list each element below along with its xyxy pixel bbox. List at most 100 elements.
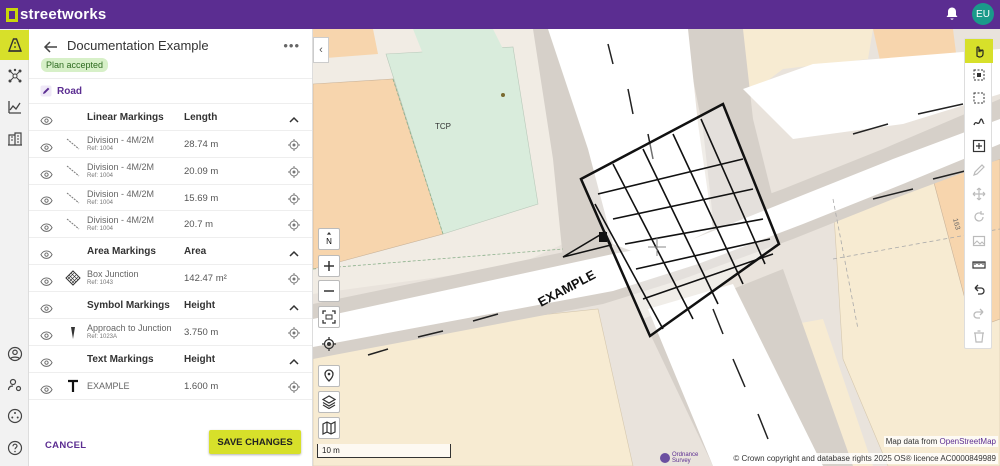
- collapse-panel-button[interactable]: ‹: [313, 37, 329, 63]
- tool-measure[interactable]: [965, 253, 993, 277]
- select-area-icon: [973, 92, 985, 104]
- locate-target-icon[interactable]: [288, 138, 300, 151]
- arrow-back-icon[interactable]: [43, 39, 59, 55]
- bell-icon[interactable]: [944, 6, 960, 22]
- rotate-icon: [974, 211, 984, 223]
- tool-move[interactable]: [965, 182, 993, 206]
- openstreetmap-link[interactable]: OpenStreetMap: [940, 437, 996, 446]
- locate-target-icon[interactable]: [288, 192, 300, 205]
- diagonal-line-icon: [65, 163, 81, 179]
- nav-road-markings[interactable]: [0, 30, 29, 60]
- road-icon: [7, 38, 22, 52]
- locate-target-icon[interactable]: [288, 380, 300, 393]
- pencil-icon[interactable]: [40, 85, 52, 97]
- map-canvas[interactable]: EXAMPLE TCP 163: [313, 29, 1000, 466]
- section-header[interactable]: Text Markings Height: [29, 346, 312, 373]
- section-header[interactable]: Linear Markings Length: [29, 104, 312, 131]
- visibility-eye-icon[interactable]: [40, 139, 53, 152]
- north-compass-button[interactable]: N: [318, 228, 340, 250]
- tool-redo[interactable]: [965, 301, 993, 325]
- marking-row[interactable]: Division - 4M/2M Ref: 1004 20.7 m: [29, 211, 312, 239]
- tool-rotate[interactable]: [965, 206, 993, 230]
- locate-target-icon[interactable]: [288, 326, 300, 339]
- visibility-eye-icon[interactable]: [40, 354, 53, 367]
- app-logo[interactable]: streetworks: [6, 6, 106, 23]
- chevron-up-icon[interactable]: [288, 300, 300, 311]
- marking-ref: Ref: 1004: [87, 172, 114, 179]
- zoom-out-button[interactable]: [318, 280, 340, 302]
- tool-freehand[interactable]: [965, 110, 993, 134]
- nav-buildings[interactable]: [0, 124, 29, 154]
- tool-edit[interactable]: [965, 158, 993, 182]
- documentation-panel: Documentation Example ••• Plan accepted …: [29, 29, 313, 466]
- tool-image[interactable]: [965, 229, 993, 253]
- marking-row[interactable]: EXAMPLE 1.600 m: [29, 373, 312, 400]
- category-label: Road: [57, 85, 82, 97]
- visibility-eye-icon[interactable]: [40, 193, 53, 206]
- layers-icon: [322, 395, 336, 409]
- nav-help[interactable]: [0, 433, 29, 463]
- visibility-eye-icon[interactable]: [40, 246, 53, 259]
- visibility-eye-icon[interactable]: [40, 112, 53, 125]
- marking-value: 28.74 m: [184, 139, 219, 150]
- marking-row[interactable]: Division - 4M/2M Ref: 1004 28.74 m: [29, 131, 312, 158]
- visibility-eye-icon[interactable]: [40, 300, 53, 313]
- place-marker-button[interactable]: [318, 365, 340, 387]
- visibility-eye-icon[interactable]: [40, 381, 53, 394]
- marking-row[interactable]: Division - 4M/2M Ref: 1004 20.09 m: [29, 158, 312, 185]
- marking-name: Approach to Junction: [87, 322, 172, 333]
- section-name: Area Markings: [87, 246, 156, 258]
- tool-undo[interactable]: [965, 277, 993, 301]
- layers-button[interactable]: [318, 391, 340, 413]
- basemap-button[interactable]: [318, 417, 340, 439]
- page-title: Documentation Example: [67, 38, 209, 53]
- user-avatar[interactable]: EU: [972, 3, 994, 25]
- section-header[interactable]: Symbol Markings Height: [29, 292, 312, 319]
- section-column-header: Length: [184, 112, 218, 123]
- text-t-icon: [65, 378, 81, 394]
- nav-profile[interactable]: [0, 339, 29, 369]
- tool-delete[interactable]: [965, 325, 993, 349]
- marking-name: EXAMPLE: [87, 380, 130, 391]
- section-column-header: Height: [184, 299, 216, 311]
- my-location-button[interactable]: [318, 333, 340, 355]
- marking-name: Division - 4M/2M: [87, 135, 155, 145]
- nav-network[interactable]: [0, 61, 29, 91]
- cancel-button[interactable]: CANCEL: [45, 440, 86, 451]
- marking-row[interactable]: Approach to Junction Ref: 1023A 3.750 m: [29, 319, 312, 346]
- nav-user-settings[interactable]: [0, 370, 29, 400]
- visibility-eye-icon[interactable]: [40, 166, 53, 179]
- help-icon: [7, 440, 22, 456]
- visibility-eye-icon[interactable]: [40, 219, 53, 232]
- visibility-eye-icon[interactable]: [40, 273, 53, 286]
- more-options-icon[interactable]: •••: [283, 38, 300, 53]
- visibility-eye-icon[interactable]: [40, 327, 53, 340]
- marking-value: 15.69 m: [184, 192, 219, 204]
- marking-row[interactable]: Division - 4M/2M Ref: 1004 15.69 m: [29, 185, 312, 212]
- tool-select-area[interactable]: [965, 87, 993, 111]
- chevron-up-icon[interactable]: [288, 246, 300, 257]
- fit-extent-button[interactable]: [318, 306, 340, 328]
- locate-target-icon[interactable]: [288, 218, 300, 232]
- chevron-up-icon[interactable]: [288, 354, 300, 365]
- map-view[interactable]: EXAMPLE TCP 163 ‹ N 10 m Map data from O…: [313, 29, 1000, 466]
- zoom-in-button[interactable]: [318, 255, 340, 277]
- locate-target-icon[interactable]: [288, 165, 300, 178]
- tool-select-point[interactable]: [965, 63, 993, 87]
- chevron-up-icon[interactable]: [288, 112, 300, 123]
- save-changes-button[interactable]: SAVE CHANGES: [209, 430, 301, 454]
- status-badge: Plan accepted: [41, 58, 109, 72]
- drawing-toolbar: [964, 38, 993, 350]
- tool-pan[interactable]: [965, 39, 993, 63]
- locate-target-icon[interactable]: [288, 272, 300, 286]
- tool-add[interactable]: [965, 134, 993, 158]
- map-icon: [322, 421, 336, 435]
- section-header[interactable]: Area Markings Area: [29, 238, 312, 266]
- nav-analytics[interactable]: [0, 92, 29, 122]
- trash-icon: [974, 330, 984, 344]
- add-box-icon: [972, 139, 986, 153]
- nav-support[interactable]: [0, 401, 29, 431]
- marking-row[interactable]: Box Junction Ref: 1043 142.47 m²: [29, 265, 312, 292]
- building-label: TCP: [435, 122, 451, 131]
- network-icon: [8, 68, 21, 83]
